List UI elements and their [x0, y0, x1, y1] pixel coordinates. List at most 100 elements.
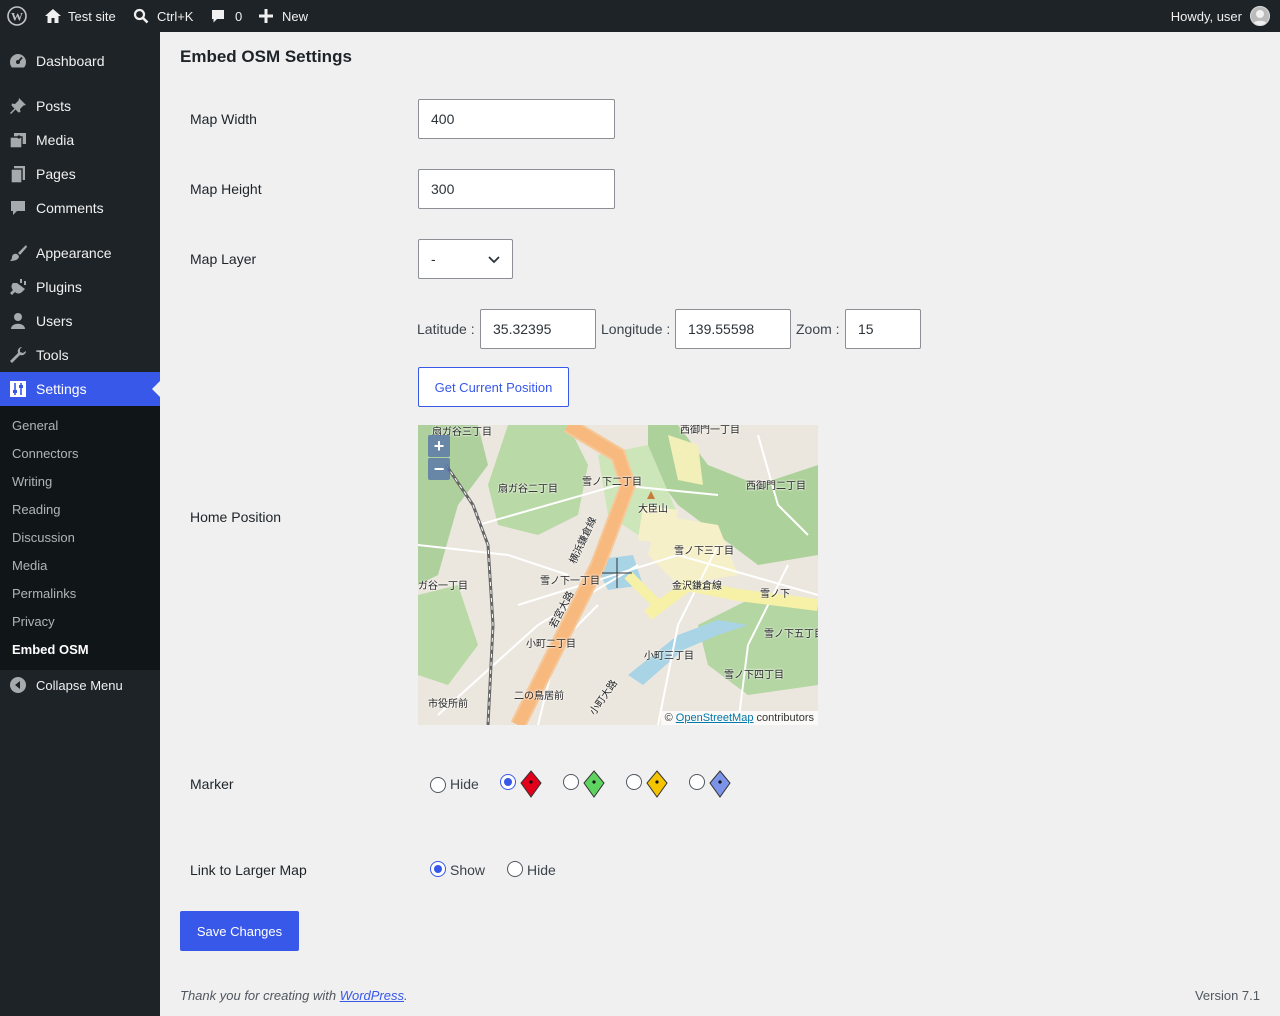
map-layer-label: Map Layer: [190, 251, 257, 267]
osm-map[interactable]: 扇ガ谷三丁目 扇ガ谷二丁目 雪ノ下二丁目 西御門一丁目 西御門二丁目 大臣山 雪…: [418, 425, 818, 725]
site-name: Test site: [68, 8, 116, 24]
map-width-label: Map Width: [190, 111, 257, 127]
sidebar-item-plugins[interactable]: Plugins: [0, 270, 160, 304]
map-label: 小町三丁目: [644, 651, 694, 662]
brush-icon: [0, 243, 36, 263]
map-width-input[interactable]: 400: [418, 99, 615, 139]
map-attribution: © OpenStreetMap contributors: [660, 711, 818, 725]
sidebar-item-label: Comments: [36, 200, 104, 216]
blue-marker-icon: [709, 770, 731, 798]
collapse-menu-button[interactable]: Collapse Menu: [0, 668, 160, 702]
search-icon: [133, 8, 149, 24]
map-label: 扇ガ谷二丁目: [498, 484, 558, 495]
marker-red-radio[interactable]: [500, 774, 516, 790]
wrench-icon: [0, 345, 36, 365]
submenu-item-reading[interactable]: Reading: [12, 495, 60, 523]
sidebar-item-pages[interactable]: Pages: [0, 157, 160, 191]
get-current-position-button[interactable]: Get Current Position: [418, 367, 569, 407]
map-label: 雪ノ下五丁目: [764, 629, 818, 640]
map-label: 二の鳥居前: [514, 691, 564, 702]
admin-sidebar: Dashboard Posts Media Pages Comments App…: [0, 32, 160, 1016]
site-name-link[interactable]: Test site: [44, 0, 116, 32]
sidebar-item-label: Tools: [36, 347, 69, 363]
sidebar-item-posts[interactable]: Posts: [0, 89, 160, 123]
sidebar-item-label: Pages: [36, 166, 76, 182]
comments-count: 0: [235, 8, 243, 24]
sidebar-item-users[interactable]: Users: [0, 304, 160, 338]
admin-bar: W Test site Ctrl+K 0 New Howdy, user: [0, 0, 1280, 32]
page-title: Embed OSM Settings: [180, 47, 352, 66]
map-label: 大臣山: [638, 504, 668, 515]
sidebar-item-media[interactable]: Media: [0, 123, 160, 157]
red-marker-icon: [520, 770, 542, 798]
map-label: 雪ノ下三丁目: [674, 546, 734, 557]
map-layer-value: -: [431, 251, 436, 267]
sidebar-item-tools[interactable]: Tools: [0, 338, 160, 372]
my-account-link[interactable]: Howdy, user: [1171, 0, 1270, 32]
sidebar-item-label: Appearance: [36, 245, 112, 261]
search-link[interactable]: Ctrl+K: [133, 0, 193, 32]
sidebar-item-label: Posts: [36, 98, 72, 114]
sidebar-item-label: Media: [36, 132, 75, 148]
plugin-icon: [0, 277, 36, 297]
search-shortcut: Ctrl+K: [157, 8, 194, 24]
longitude-label: Longitude :: [601, 321, 671, 337]
submenu-item-general[interactable]: General: [12, 411, 58, 439]
submenu-item-discussion[interactable]: Discussion: [12, 523, 75, 551]
marker-blue-radio[interactable]: [689, 774, 705, 790]
yellow-marker-icon: [646, 770, 668, 798]
comments-link[interactable]: 0: [210, 0, 242, 32]
zoom-label: Zoom :: [796, 321, 840, 337]
home-position-label: Home Position: [190, 509, 282, 525]
map-label: ガ谷一丁目: [418, 581, 468, 592]
new-content-link[interactable]: New: [259, 0, 308, 32]
green-marker-icon: [583, 770, 605, 798]
sidebar-item-label: Plugins: [36, 279, 82, 295]
map-zoom-in-button[interactable]: +: [428, 435, 450, 457]
zoom-input[interactable]: 15: [845, 309, 921, 349]
marker-hide-radio[interactable]: [430, 777, 446, 793]
collapse-menu-label: Collapse Menu: [36, 677, 123, 693]
submenu-item-privacy[interactable]: Privacy: [12, 607, 55, 635]
submenu-item-permalinks[interactable]: Permalinks: [12, 579, 76, 607]
media-icon: [0, 130, 36, 150]
link-show-radio[interactable]: [430, 861, 446, 877]
marker-green-radio[interactable]: [563, 774, 579, 790]
map-height-input[interactable]: 300: [418, 169, 615, 209]
wordpress-link[interactable]: WordPress: [340, 988, 404, 1003]
link-hide-radio[interactable]: [507, 861, 523, 877]
link-hide-label: Hide: [527, 862, 556, 878]
latitude-label: Latitude :: [417, 321, 475, 337]
map-layer-select[interactable]: -: [418, 239, 513, 279]
users-icon: [0, 311, 36, 331]
submenu-item-connectors[interactable]: Connectors: [12, 439, 78, 467]
submenu-item-embed-osm[interactable]: Embed OSM: [12, 635, 89, 663]
comments-icon: [0, 198, 36, 218]
submenu-item-media[interactable]: Media: [12, 551, 47, 579]
map-label: 西御門一丁目: [680, 425, 740, 436]
map-label: 雪ノ下四丁目: [724, 670, 784, 681]
longitude-input[interactable]: 139.55598: [675, 309, 791, 349]
map-label: 市役所前: [428, 699, 468, 710]
map-label: 小町二丁目: [526, 639, 576, 650]
chevron-down-icon: [488, 251, 500, 267]
submenu-item-writing[interactable]: Writing: [12, 467, 52, 495]
wordpress-logo-icon[interactable]: W: [7, 0, 27, 32]
sidebar-item-comments[interactable]: Comments: [0, 191, 160, 225]
map-label: 雪ノ下一丁目: [540, 576, 600, 587]
map-label: 雪ノ下二丁目: [582, 477, 642, 488]
attribution-prefix: ©: [664, 712, 673, 724]
latitude-input[interactable]: 35.32395: [480, 309, 596, 349]
sidebar-item-dashboard[interactable]: Dashboard: [0, 44, 160, 78]
pages-icon: [0, 164, 36, 184]
sidebar-item-appearance[interactable]: Appearance: [0, 236, 160, 270]
howdy-text: Howdy, user: [1170, 8, 1242, 24]
map-height-label: Map Height: [190, 181, 262, 197]
sidebar-item-settings[interactable]: Settings: [0, 372, 160, 406]
openstreetmap-link[interactable]: OpenStreetMap: [676, 712, 754, 724]
map-zoom-out-button[interactable]: −: [428, 458, 450, 480]
save-changes-button[interactable]: Save Changes: [180, 911, 299, 951]
svg-text:W: W: [11, 10, 23, 24]
collapse-arrow-icon: [0, 676, 36, 694]
marker-yellow-radio[interactable]: [626, 774, 642, 790]
